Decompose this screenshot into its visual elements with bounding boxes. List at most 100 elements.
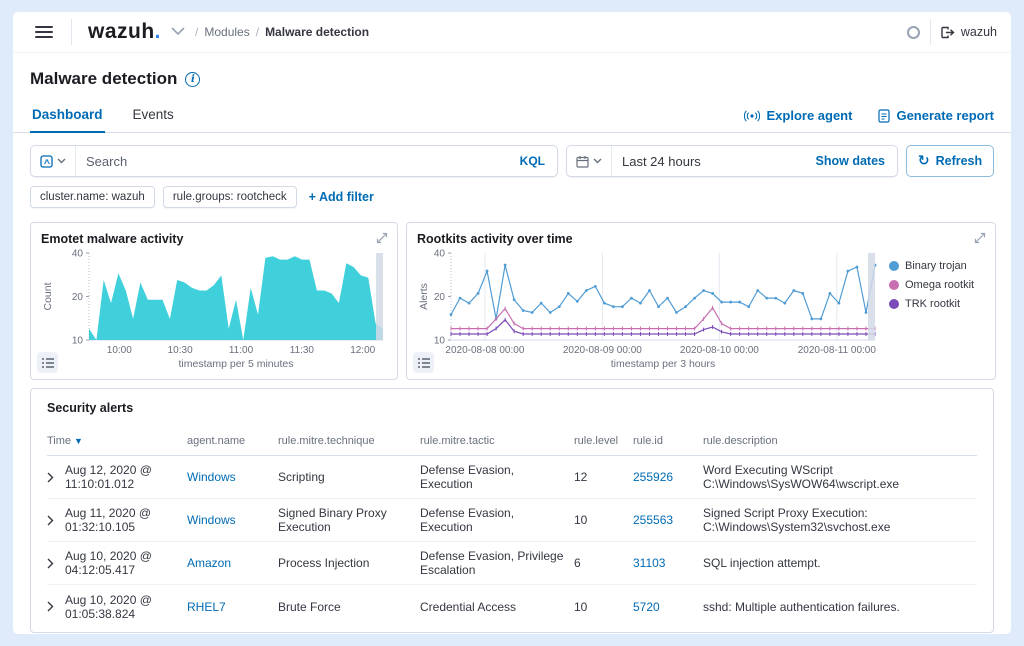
svg-text:timestamp per 3 hours: timestamp per 3 hours <box>611 358 715 370</box>
calendar-menu[interactable] <box>567 146 612 176</box>
agent-name-link[interactable]: Amazon <box>187 556 278 570</box>
expand-row-icon[interactable] <box>47 558 65 569</box>
description-cell: sshd: Multiple authentication failures. <box>703 599 900 614</box>
technique-cell: Brute Force <box>278 599 341 614</box>
legend-dot <box>889 261 899 271</box>
column-header-rule-id: rule.id <box>633 435 663 447</box>
search-bar: KQL <box>30 145 558 177</box>
level-cell: 6 <box>574 556 581 570</box>
table-row[interactable]: Aug 10, 2020 @ 04:12:05.417 Amazon Process… <box>47 542 977 585</box>
column-header-rule-level: rule.level <box>574 435 619 447</box>
column-header-time[interactable]: Time ▼ <box>47 435 187 447</box>
filter-pill-rule-groups[interactable]: rule.groups: rootcheck <box>162 186 297 208</box>
search-input[interactable] <box>76 153 508 169</box>
chevron-down-icon <box>593 158 602 164</box>
tab-dashboard[interactable]: Dashboard <box>30 99 105 133</box>
signal-icon <box>744 109 761 122</box>
filter-pill-cluster-name[interactable]: cluster.name: wazuh <box>30 186 155 208</box>
column-header-rule-description: rule.description <box>703 435 778 447</box>
svg-text:10:30: 10:30 <box>168 345 193 356</box>
show-dates-button[interactable]: Show dates <box>804 154 897 168</box>
svg-text:2020-08-08 00:00: 2020-08-08 00:00 <box>445 345 524 356</box>
tactic-cell: Credential Access <box>420 599 517 614</box>
expand-icon[interactable] <box>376 231 388 249</box>
legend-dot <box>889 280 899 290</box>
alerts-table-body: Aug 12, 2020 @ 11:10:01.012 Windows Script… <box>47 456 977 628</box>
info-icon[interactable]: i <box>185 71 201 87</box>
svg-text:10: 10 <box>72 336 84 347</box>
logout-icon <box>941 26 955 38</box>
saved-query-menu[interactable] <box>31 146 76 176</box>
chart-legend: Binary trojan Omega rootkit TRK rootkit <box>883 246 987 370</box>
legend-item[interactable]: TRK rootkit <box>889 298 987 310</box>
time-cell: Aug 12, 2020 @ 11:10:01.012 <box>65 463 152 491</box>
breadcrumb: / Modules / Malware detection <box>195 25 370 39</box>
time-cell: Aug 10, 2020 @ 01:05:38.824 <box>65 592 152 621</box>
expand-row-icon[interactable] <box>47 472 65 483</box>
legend-label: Binary trojan <box>905 260 967 272</box>
legend-item[interactable]: Omega rootkit <box>889 279 987 291</box>
legend-toggle-icon[interactable] <box>413 352 434 373</box>
date-range-value[interactable]: Last 24 hours <box>612 154 804 169</box>
legend-dot <box>889 299 899 309</box>
rule-id-link[interactable]: 31103 <box>633 556 703 570</box>
svg-text:2020-08-11 00:00: 2020-08-11 00:00 <box>798 345 877 356</box>
expand-icon[interactable] <box>974 231 986 249</box>
technique-cell: Process Injection <box>278 556 370 570</box>
tactic-cell: Defense Evasion, Execution <box>420 463 515 491</box>
legend-item[interactable]: Binary trojan <box>889 260 987 272</box>
agent-name-link[interactable]: Windows <box>187 513 278 527</box>
description-cell: Signed Script Proxy Execution: C:\Window… <box>703 506 891 534</box>
rule-id-link[interactable]: 255926 <box>633 470 703 484</box>
top-navbar: wazuh. / Modules / Malware detection waz… <box>13 12 1011 53</box>
add-filter-button[interactable]: + Add filter <box>309 190 374 204</box>
report-icon <box>878 108 891 123</box>
rule-id-link[interactable]: 5720 <box>633 600 703 614</box>
panel-rootkits-activity: Rootkits activity over time 10 20 40 2020-0… <box>406 222 996 380</box>
rootkits-line-chart: 10 20 40 2020-08-08 00:00 2020-08-09 00:00 20… <box>418 249 877 370</box>
breadcrumb-current: Malware detection <box>265 25 370 39</box>
refresh-icon: ↻ <box>917 153 930 169</box>
table-row[interactable]: Aug 12, 2020 @ 11:10:01.012 Windows Script… <box>47 456 977 499</box>
svg-text:20: 20 <box>434 292 446 303</box>
legend-label: Omega rootkit <box>905 279 975 291</box>
technique-cell: Scripting <box>278 470 325 484</box>
refresh-button[interactable]: ↻ Refresh <box>906 145 994 177</box>
chevron-down-icon <box>57 158 66 164</box>
tab-events[interactable]: Events <box>131 99 176 133</box>
table-row[interactable]: Aug 11, 2020 @ 01:32:10.105 Windows Signed… <box>47 499 977 542</box>
menu-icon[interactable] <box>27 17 61 47</box>
expand-row-icon[interactable] <box>47 515 65 526</box>
user-menu[interactable]: wazuh <box>941 25 997 39</box>
agent-name-link[interactable]: RHEL7 <box>187 600 278 614</box>
svg-text:40: 40 <box>72 249 84 260</box>
svg-text:2020-08-09 00:00: 2020-08-09 00:00 <box>563 345 642 356</box>
table-row[interactable]: Aug 10, 2020 @ 01:05:38.824 RHEL7 Brute Fo… <box>47 585 977 628</box>
breadcrumb-modules[interactable]: Modules <box>204 25 249 39</box>
wazuh-logo[interactable]: wazuh. <box>88 20 161 44</box>
date-picker: Last 24 hours Show dates <box>566 145 898 177</box>
level-cell: 12 <box>574 470 588 484</box>
level-cell: 10 <box>574 513 588 527</box>
expand-row-icon[interactable] <box>47 601 65 612</box>
svg-text:timestamp per 5 minutes: timestamp per 5 minutes <box>179 358 294 370</box>
generate-report-button[interactable]: Generate report <box>878 108 994 123</box>
chevron-down-icon[interactable] <box>171 23 185 41</box>
explore-agent-button[interactable]: Explore agent <box>744 108 852 123</box>
legend-toggle-icon[interactable] <box>37 352 58 373</box>
time-cell: Aug 11, 2020 @ 01:32:10.105 <box>65 506 152 534</box>
svg-text:Count: Count <box>42 282 54 310</box>
level-cell: 10 <box>574 599 588 614</box>
rule-id-link[interactable]: 255563 <box>633 513 703 527</box>
app-window: wazuh. / Modules / Malware detection waz… <box>13 12 1011 634</box>
divider <box>71 19 72 45</box>
saved-query-icon <box>40 154 53 168</box>
user-name: wazuh <box>960 25 997 39</box>
health-status-icon[interactable] <box>906 25 920 39</box>
description-cell: Word Executing WScript C:\Windows\SysWOW… <box>703 463 900 491</box>
agent-name-link[interactable]: Windows <box>187 470 278 484</box>
svg-text:11:30: 11:30 <box>290 345 315 356</box>
svg-text:Alerts: Alerts <box>418 283 430 310</box>
query-language-button[interactable]: KQL <box>508 154 557 168</box>
description-cell: SQL injection attempt. <box>703 556 821 570</box>
